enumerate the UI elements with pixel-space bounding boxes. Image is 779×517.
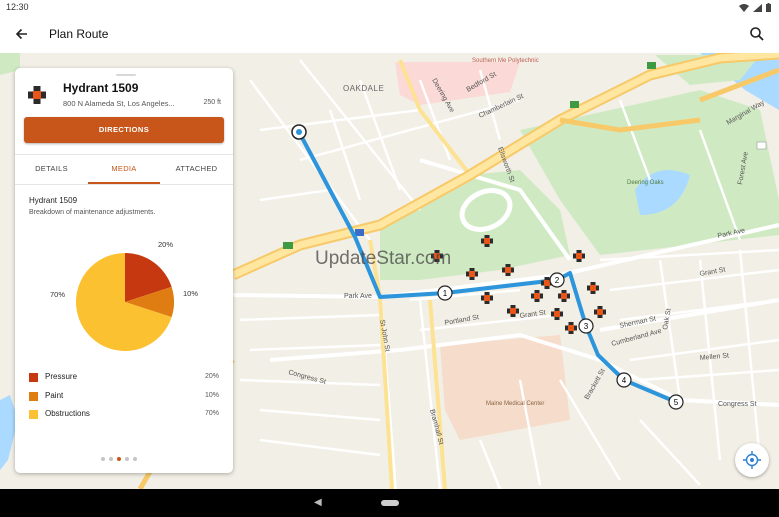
- legend-value: 10%: [204, 392, 219, 399]
- label-park-ave: Park Ave: [344, 293, 372, 300]
- hydrant-marker-icon: [28, 86, 46, 104]
- feature-address: 800 N Alameda St, Los Angeles...: [63, 99, 175, 108]
- legend-swatch: [29, 410, 38, 419]
- feature-distance: 250 ft: [203, 99, 221, 106]
- route-shield-icon: [355, 229, 364, 236]
- route-shield-icon: [283, 242, 293, 249]
- route-shield-icon: [570, 101, 579, 108]
- route-shield-icon: [756, 141, 767, 150]
- legend-value: 20%: [204, 373, 219, 380]
- signal-icon: [753, 3, 762, 12]
- nav-home-handle[interactable]: [381, 500, 399, 506]
- legend-label: Pressure: [45, 372, 78, 381]
- tab-media[interactable]: MEDIA: [88, 155, 160, 184]
- legend-item: Paint 10%: [29, 390, 219, 404]
- directions-button[interactable]: DIRECTIONS: [24, 117, 224, 143]
- label-maine-medical: Maine Medical Center: [486, 401, 544, 407]
- pager-dot[interactable]: [101, 457, 105, 461]
- route-stop-1-label: 1: [443, 289, 448, 298]
- panel-tabs: DETAILS MEDIA ATTACHED: [15, 154, 233, 185]
- status-time: 12:30: [6, 2, 29, 12]
- route-stop-5-label: 5: [674, 398, 679, 407]
- pie-label-paint: 10%: [183, 289, 199, 298]
- pie-label-pressure: 20%: [158, 240, 174, 249]
- my-location-button[interactable]: [735, 443, 769, 477]
- pager-dot[interactable]: [133, 457, 137, 461]
- page-title: Plan Route: [49, 27, 109, 41]
- legend-value: 70%: [204, 410, 219, 417]
- legend-item: Obstructions 70%: [29, 408, 219, 422]
- route-stop-2-label: 2: [555, 276, 560, 285]
- pager-dot[interactable]: [117, 457, 121, 461]
- system-nav-bar: ◀: [0, 489, 779, 517]
- my-location-icon: [743, 451, 761, 469]
- pager-dot[interactable]: [125, 457, 129, 461]
- media-title: Hydrant 1509: [29, 196, 78, 205]
- route-shield-icon: [647, 62, 656, 69]
- media-pager[interactable]: [101, 457, 137, 461]
- search-icon[interactable]: [749, 26, 765, 42]
- label-deering-oaks: Deering Oaks: [627, 180, 664, 186]
- tab-details[interactable]: DETAILS: [15, 155, 88, 184]
- battery-icon: [766, 3, 771, 12]
- panel-drag-handle[interactable]: [116, 74, 136, 76]
- arrow-left-icon[interactable]: [14, 26, 30, 42]
- media-subtitle: Breakdown of maintenance adjustments.: [29, 209, 156, 216]
- pie-chart: [75, 253, 174, 351]
- feature-panel: Hydrant 1509 800 N Alameda St, Los Angel…: [15, 68, 233, 473]
- status-bar: 12:30: [0, 0, 779, 16]
- label-oakdale: OAKDALE: [343, 84, 384, 93]
- legend-swatch: [29, 373, 38, 382]
- legend-item: Pressure 20%: [29, 371, 219, 385]
- route-start-dot: [296, 129, 302, 135]
- tab-attached[interactable]: ATTACHED: [160, 155, 233, 184]
- label-southern-me: Southern Me Polytechnic: [472, 58, 539, 64]
- watermark-text: UpdateStar.com: [315, 248, 452, 269]
- nav-back-icon[interactable]: ◀: [314, 497, 322, 508]
- pie-label-obstructions: 70%: [50, 290, 66, 299]
- pager-dot[interactable]: [109, 457, 113, 461]
- legend-label: Paint: [45, 391, 64, 400]
- feature-title: Hydrant 1509: [63, 81, 139, 95]
- route-stop-3-label: 3: [584, 322, 589, 331]
- legend-label: Obstructions: [45, 409, 90, 418]
- route-stop-4-label: 4: [622, 376, 627, 385]
- status-icons: [739, 3, 771, 12]
- legend-swatch: [29, 392, 38, 401]
- label-congress-st-2: Congress St: [718, 401, 757, 408]
- app-bar: Plan Route: [0, 16, 779, 54]
- wifi-icon: [739, 3, 749, 12]
